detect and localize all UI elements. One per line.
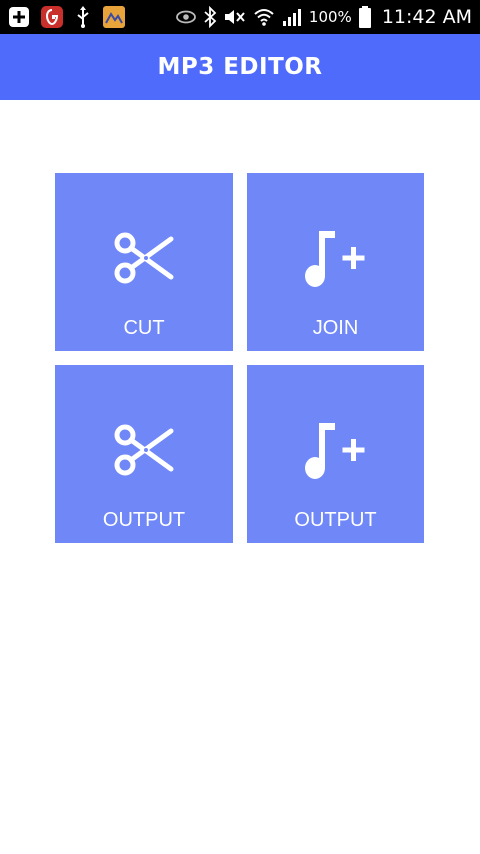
tile-label: JOIN xyxy=(312,317,359,339)
scissors-icon xyxy=(55,417,233,483)
tile-label: CUT xyxy=(123,317,165,339)
signal-icon xyxy=(281,7,303,27)
wifi-icon xyxy=(253,7,275,27)
status-time: 11:42 AM xyxy=(381,6,472,28)
shield-app-icon xyxy=(40,5,64,29)
status-bar: 100% 11:42 AM xyxy=(0,0,480,34)
usb-icon xyxy=(74,5,92,29)
eye-icon xyxy=(175,9,197,25)
cut-button[interactable]: CUT xyxy=(55,173,233,351)
app-bar: MP3 EDITOR xyxy=(0,34,480,100)
add-icon xyxy=(8,6,30,28)
image-app-icon xyxy=(102,5,126,29)
mute-icon xyxy=(223,7,247,27)
bluetooth-icon xyxy=(203,6,217,28)
cut-output-button[interactable]: OUTPUT xyxy=(55,365,233,543)
music-note-plus-icon xyxy=(247,225,424,291)
join-button[interactable]: JOIN xyxy=(247,173,424,351)
scissors-icon xyxy=(55,225,233,291)
tile-label: OUTPUT xyxy=(102,509,186,531)
tile-label: OUTPUT xyxy=(294,509,377,531)
battery-icon xyxy=(358,5,372,29)
status-right-icons: 100% 11:42 AM xyxy=(175,0,472,34)
join-output-button[interactable]: OUTPUT xyxy=(247,365,424,543)
app-title: MP3 EDITOR xyxy=(157,54,323,80)
battery-percent: 100% xyxy=(308,8,352,26)
music-note-plus-icon xyxy=(247,417,424,483)
status-left-icons xyxy=(8,4,126,30)
